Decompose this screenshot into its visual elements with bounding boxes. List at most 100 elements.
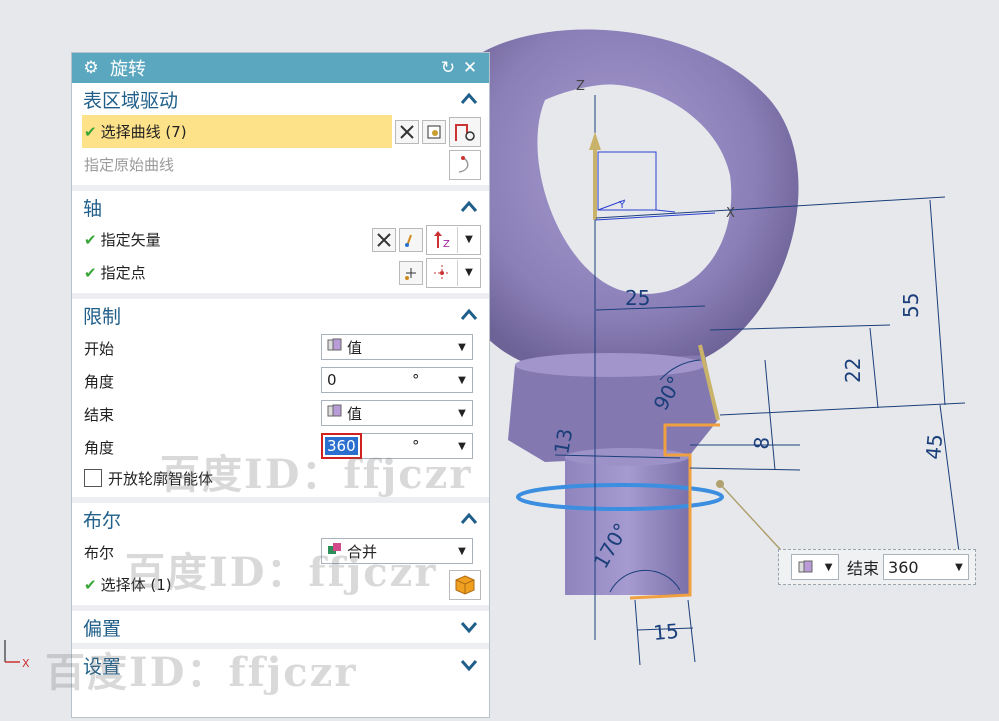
dim-45[interactable]: 45 [921,433,947,460]
svg-text:Z: Z [443,239,450,250]
specify-vector-row[interactable]: ✔ 指定矢量 Z ▼ [72,223,489,256]
section-header-settings[interactable]: 设置 [72,649,489,681]
dropdown-arrow-icon[interactable]: ▼ [452,342,472,353]
select-curve-field[interactable]: ✔ 选择曲线 (7) [82,115,392,148]
dim-22[interactable]: 22 [841,358,865,383]
start-angle-row: 角度 0 ° ▼ [72,364,489,397]
chevron-down-icon[interactable] [459,617,479,637]
curve-rule-icon[interactable] [395,119,419,144]
point-type-select[interactable]: ▼ [426,257,481,288]
dropdown-arrow-icon[interactable]: ▼ [825,562,833,573]
vector-type-select[interactable]: Z ▼ [426,224,481,255]
dropdown-arrow-icon[interactable]: ▼ [457,226,480,253]
dim-25[interactable]: 25 [625,286,650,310]
value-mode-icon [327,338,347,356]
end-angle-row: 角度 360 ° ▼ [72,430,489,463]
dim-8[interactable]: 8 [749,436,774,451]
unite-icon [327,542,347,560]
section-title: 限制 [83,305,122,328]
curve-select-icon[interactable] [449,116,481,147]
dim-55[interactable]: 55 [899,293,923,318]
open-profile-label: 开放轮廓智能体 [108,469,214,488]
section-title: 表区域驱动 [83,89,179,112]
point-dialog-icon[interactable] [399,260,423,285]
specify-point-label: 指定点 [100,264,146,282]
section-header-area-drive[interactable]: 表区域驱动 [72,83,489,115]
handle-point[interactable] [716,480,724,488]
dropdown-arrow-icon[interactable]: ▼ [452,375,472,386]
section-title: 偏置 [83,617,122,640]
specify-origin-curve-label: 指定原始曲线 [84,156,175,174]
boolean-label: 布尔 [84,544,115,562]
chevron-up-icon[interactable] [459,509,479,529]
boolean-select[interactable]: 合并 ▼ [321,538,473,564]
point-inference-icon [427,260,457,286]
section-boolean: 布尔 布尔 合并 ▼ ✔ 选择体 (1) [72,503,489,611]
dropdown-arrow-icon[interactable]: ▼ [452,408,472,419]
specify-origin-curve-row[interactable]: 指定原始曲线 [72,148,489,181]
origin-curve-icon[interactable] [449,149,481,180]
minibar-label: 结束 [847,559,880,578]
end-angle-input[interactable]: 360 ° ▼ [321,433,473,459]
end-angle-value[interactable]: 360 [321,433,362,459]
end-row: 结束 值 ▼ [72,397,489,430]
check-icon: ✔ [84,122,97,141]
chevron-up-icon[interactable] [459,89,479,109]
dialog-title: 旋转 [110,59,146,80]
revolve-dialog: ⚙ 旋转 ↻ ✕ 表区域驱动 ✔ 选择曲线 (7) 指定原始曲线 轴 ✔ 指定矢… [71,52,490,718]
start-angle-unit: ° [412,371,420,389]
dim-15[interactable]: 15 [652,619,679,645]
reset-icon[interactable]: ↻ [437,58,459,78]
dim-13[interactable]: 13 [549,427,577,456]
dropdown-arrow-icon[interactable]: ▼ [452,441,472,452]
sketch-section-icon[interactable] [422,119,446,144]
dropdown-arrow-icon[interactable]: ▼ [950,562,968,573]
section-header-axis[interactable]: 轴 [72,191,489,223]
specify-point-row[interactable]: ✔ 指定点 ▼ [72,256,489,289]
x-axis-label: X [726,206,735,221]
section-settings: 设置 [72,649,489,681]
vector-dialog-icon[interactable] [399,227,423,252]
section-header-boolean[interactable]: 布尔 [72,503,489,535]
start-angle-input[interactable]: 0 ° ▼ [321,367,473,393]
end-angle-unit: ° [412,437,420,455]
minibar-value[interactable]: 360 [888,558,950,577]
svg-text:X: X [22,657,30,670]
chevron-up-icon[interactable] [459,305,479,325]
start-mode-select[interactable]: 值 ▼ [321,334,473,360]
section-title: 布尔 [83,509,122,532]
section-offset: 偏置 [72,611,489,649]
collar-top-face [515,353,705,377]
section-header-offset[interactable]: 偏置 [72,611,489,643]
start-angle-label: 角度 [84,373,115,391]
select-curve-row[interactable]: ✔ 选择曲线 (7) [72,115,489,148]
chevron-down-icon[interactable] [459,655,479,675]
open-profile-row[interactable]: 开放轮廓智能体 [72,463,489,493]
select-body-row[interactable]: ✔ 选择体 (1) [72,568,489,601]
dialog-titlebar[interactable]: ⚙ 旋转 ↻ ✕ [72,53,489,83]
value-mode-icon [327,404,347,422]
chevron-up-icon[interactable] [459,197,479,217]
close-icon[interactable]: ✕ [459,58,481,78]
reverse-direction-icon[interactable] [372,227,396,252]
open-profile-checkbox[interactable] [84,469,102,487]
vector-arrowhead [589,132,601,150]
dropdown-arrow-icon[interactable]: ▼ [457,259,480,286]
boolean-value: 合并 [347,542,378,561]
dropdown-arrow-icon[interactable]: ▼ [452,546,472,557]
solid-body-icon[interactable] [449,569,481,600]
end-mode-value: 值 [347,404,363,423]
start-angle-value[interactable]: 0 [322,371,412,389]
section-limits: 限制 开始 值 ▼ 角度 0 ° ▼ 结束 值 ▼ 角度 360 ° ▼ 开放轮… [72,299,489,503]
section-header-limits[interactable]: 限制 [72,299,489,331]
end-mode-mini-select[interactable]: ▼ [791,554,839,580]
end-angle-field[interactable]: 360 [321,433,412,459]
minibar-value-input[interactable]: 360 ▼ [883,554,970,580]
select-curve-label: 选择曲线 (7) [100,123,187,141]
view-triad-icon: X [4,640,30,670]
start-label: 开始 [84,340,115,358]
gear-icon[interactable]: ⚙ [80,58,102,78]
end-mode-select[interactable]: 值 ▼ [321,400,473,426]
floating-end-input[interactable]: ▼ 结束 360 ▼ [778,549,976,585]
y-axis-label: Y [618,200,626,211]
